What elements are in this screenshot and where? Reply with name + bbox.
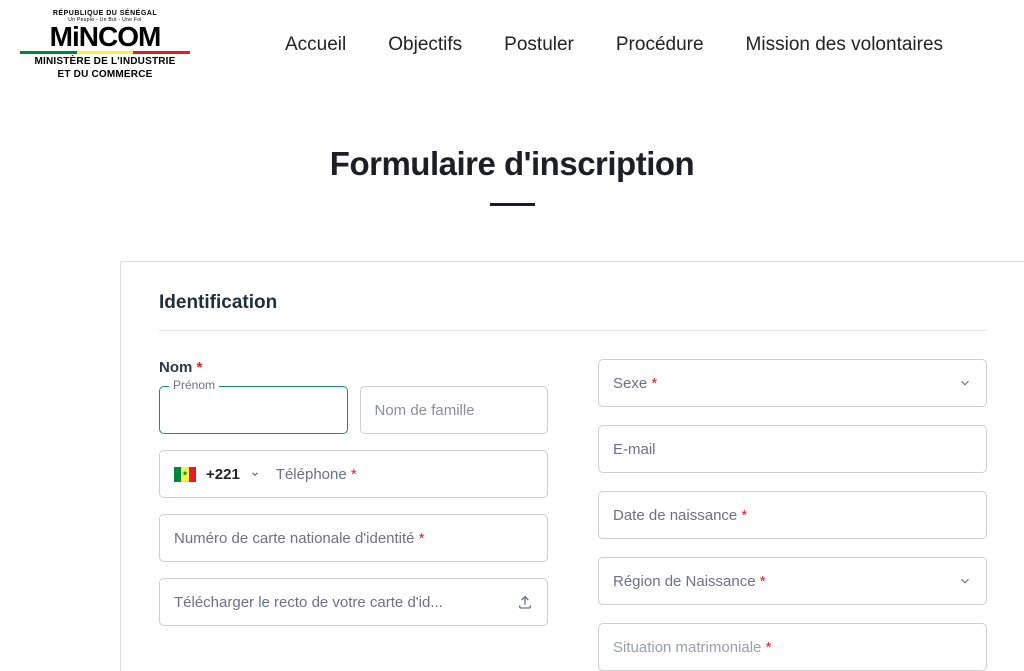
nav-accueil[interactable]: Accueil [285,34,346,56]
logo-ministry-line2: ET DU COMMERCE [20,69,190,80]
email-input[interactable]: E-mail [598,425,987,473]
form-col-left: Nom * Prénom +221 [159,359,548,671]
registration-form: Identification Nom * Prénom +221 [120,261,1024,671]
page-title: Formulaire d'inscription [0,145,1024,183]
prenom-wrap: Prénom [159,386,348,434]
chevron-down-icon [958,376,972,390]
phone-label: Téléphone * [276,466,357,483]
main-nav: Accueil Objectifs Postuler Procédure Mis… [285,34,943,56]
nom-label: Nom * [159,359,548,376]
upload-icon [517,594,533,610]
dial-code: +221 [206,466,240,483]
logo-brand: MiNCOM [20,23,190,51]
prenom-float-label: Prénom [169,378,219,392]
famille-wrap [360,386,549,434]
required-marker: * [197,359,203,376]
sexe-select[interactable]: Sexe * [598,359,987,407]
nav-procedure[interactable]: Procédure [616,34,704,56]
region-select[interactable]: Région de Naissance * [598,557,987,605]
chevron-down-icon[interactable] [250,469,260,479]
famille-input[interactable] [360,386,549,434]
title-underline [490,203,535,206]
nav-mission[interactable]: Mission des volontaires [746,34,943,56]
cni-input[interactable]: Numéro de carte nationale d'identité * [159,514,548,562]
logo: RÉPUBLIQUE DU SÉNÉGAL Un Peuple - Un But… [20,10,190,80]
prenom-input[interactable] [159,386,348,434]
form-col-right: Sexe * E-mail Date de naissance * Région… [598,359,987,671]
nav-postuler[interactable]: Postuler [504,34,574,56]
upload-cni-recto[interactable]: Télécharger le recto de votre carte d'id… [159,578,548,626]
phone-field[interactable]: +221 Téléphone * [159,450,548,498]
senegal-flag-icon [174,467,196,482]
logo-flag-bars [20,51,190,54]
logo-ministry-line1: MINISTÈRE DE L'INDUSTRIE [20,56,190,67]
dob-input[interactable]: Date de naissance * [598,491,987,539]
section-identification: Identification [159,292,987,331]
nav-objectifs[interactable]: Objectifs [388,34,462,56]
chevron-down-icon [958,574,972,588]
logo-republic: RÉPUBLIQUE DU SÉNÉGAL [20,10,190,17]
situation-select[interactable]: Situation matrimoniale * [598,623,987,671]
